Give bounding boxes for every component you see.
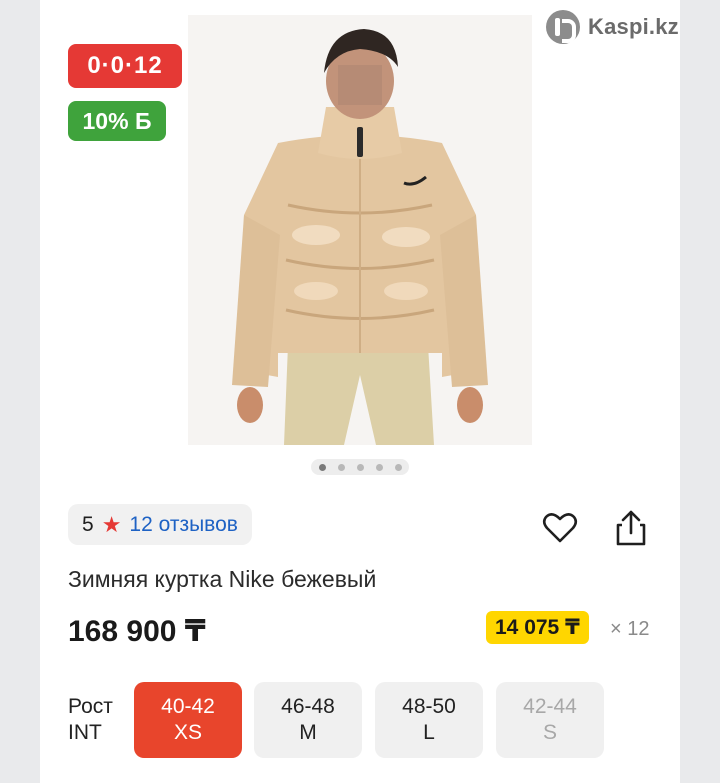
size-code: XS: [173, 721, 202, 744]
size-label-height: Рост: [68, 695, 113, 718]
size-range: 48-50: [402, 695, 456, 718]
brand-name: Kaspi.kz: [588, 14, 679, 39]
size-code: S: [542, 721, 557, 744]
size-range: 42-44: [523, 695, 577, 718]
pager-dot[interactable]: [337, 463, 345, 471]
reviews-link[interactable]: 12 отзывов: [129, 513, 238, 537]
size-option-xs[interactable]: 40-42 XS: [134, 682, 242, 758]
product-title: Зимняя куртка Nike бежевый: [68, 566, 377, 592]
size-option-l[interactable]: 48-50 L: [375, 682, 483, 758]
pager-dot[interactable]: [356, 463, 364, 471]
bonus-badge: 10% Б: [68, 101, 166, 141]
share-button[interactable]: [611, 508, 651, 548]
star-icon: ★: [101, 511, 122, 537]
product-image[interactable]: [188, 15, 532, 445]
rating-score: 5: [82, 512, 94, 536]
size-code: L: [423, 721, 435, 744]
size-option-m[interactable]: 46-48 M: [254, 682, 362, 758]
share-icon: [616, 510, 646, 546]
size-option-s[interactable]: 42-44 S: [496, 682, 604, 758]
product-price: 168 900 ₸: [68, 615, 206, 648]
brand-watermark: Kaspi.kz: [546, 10, 679, 44]
pager-dot[interactable]: [375, 463, 383, 471]
size-label-int: INT: [68, 721, 102, 744]
installment-months: × 12: [610, 618, 650, 640]
size-code: M: [299, 721, 317, 744]
pager-dot[interactable]: [394, 463, 402, 471]
heart-icon: [542, 513, 578, 543]
size-label: Рост INT: [68, 694, 113, 746]
monthly-payment-badge[interactable]: 14 075 ₸: [486, 611, 589, 644]
pager-dot[interactable]: [318, 463, 326, 471]
installment-badge: 0·0·12: [68, 44, 182, 88]
size-range: 46-48: [281, 695, 335, 718]
kaspi-logo-icon: [546, 10, 580, 44]
gallery-pager[interactable]: [311, 459, 409, 475]
favorite-button[interactable]: [540, 508, 580, 548]
rating-reviews-pill[interactable]: 5 ★ 12 отзывов: [68, 504, 252, 545]
size-range: 40-42: [161, 695, 215, 718]
